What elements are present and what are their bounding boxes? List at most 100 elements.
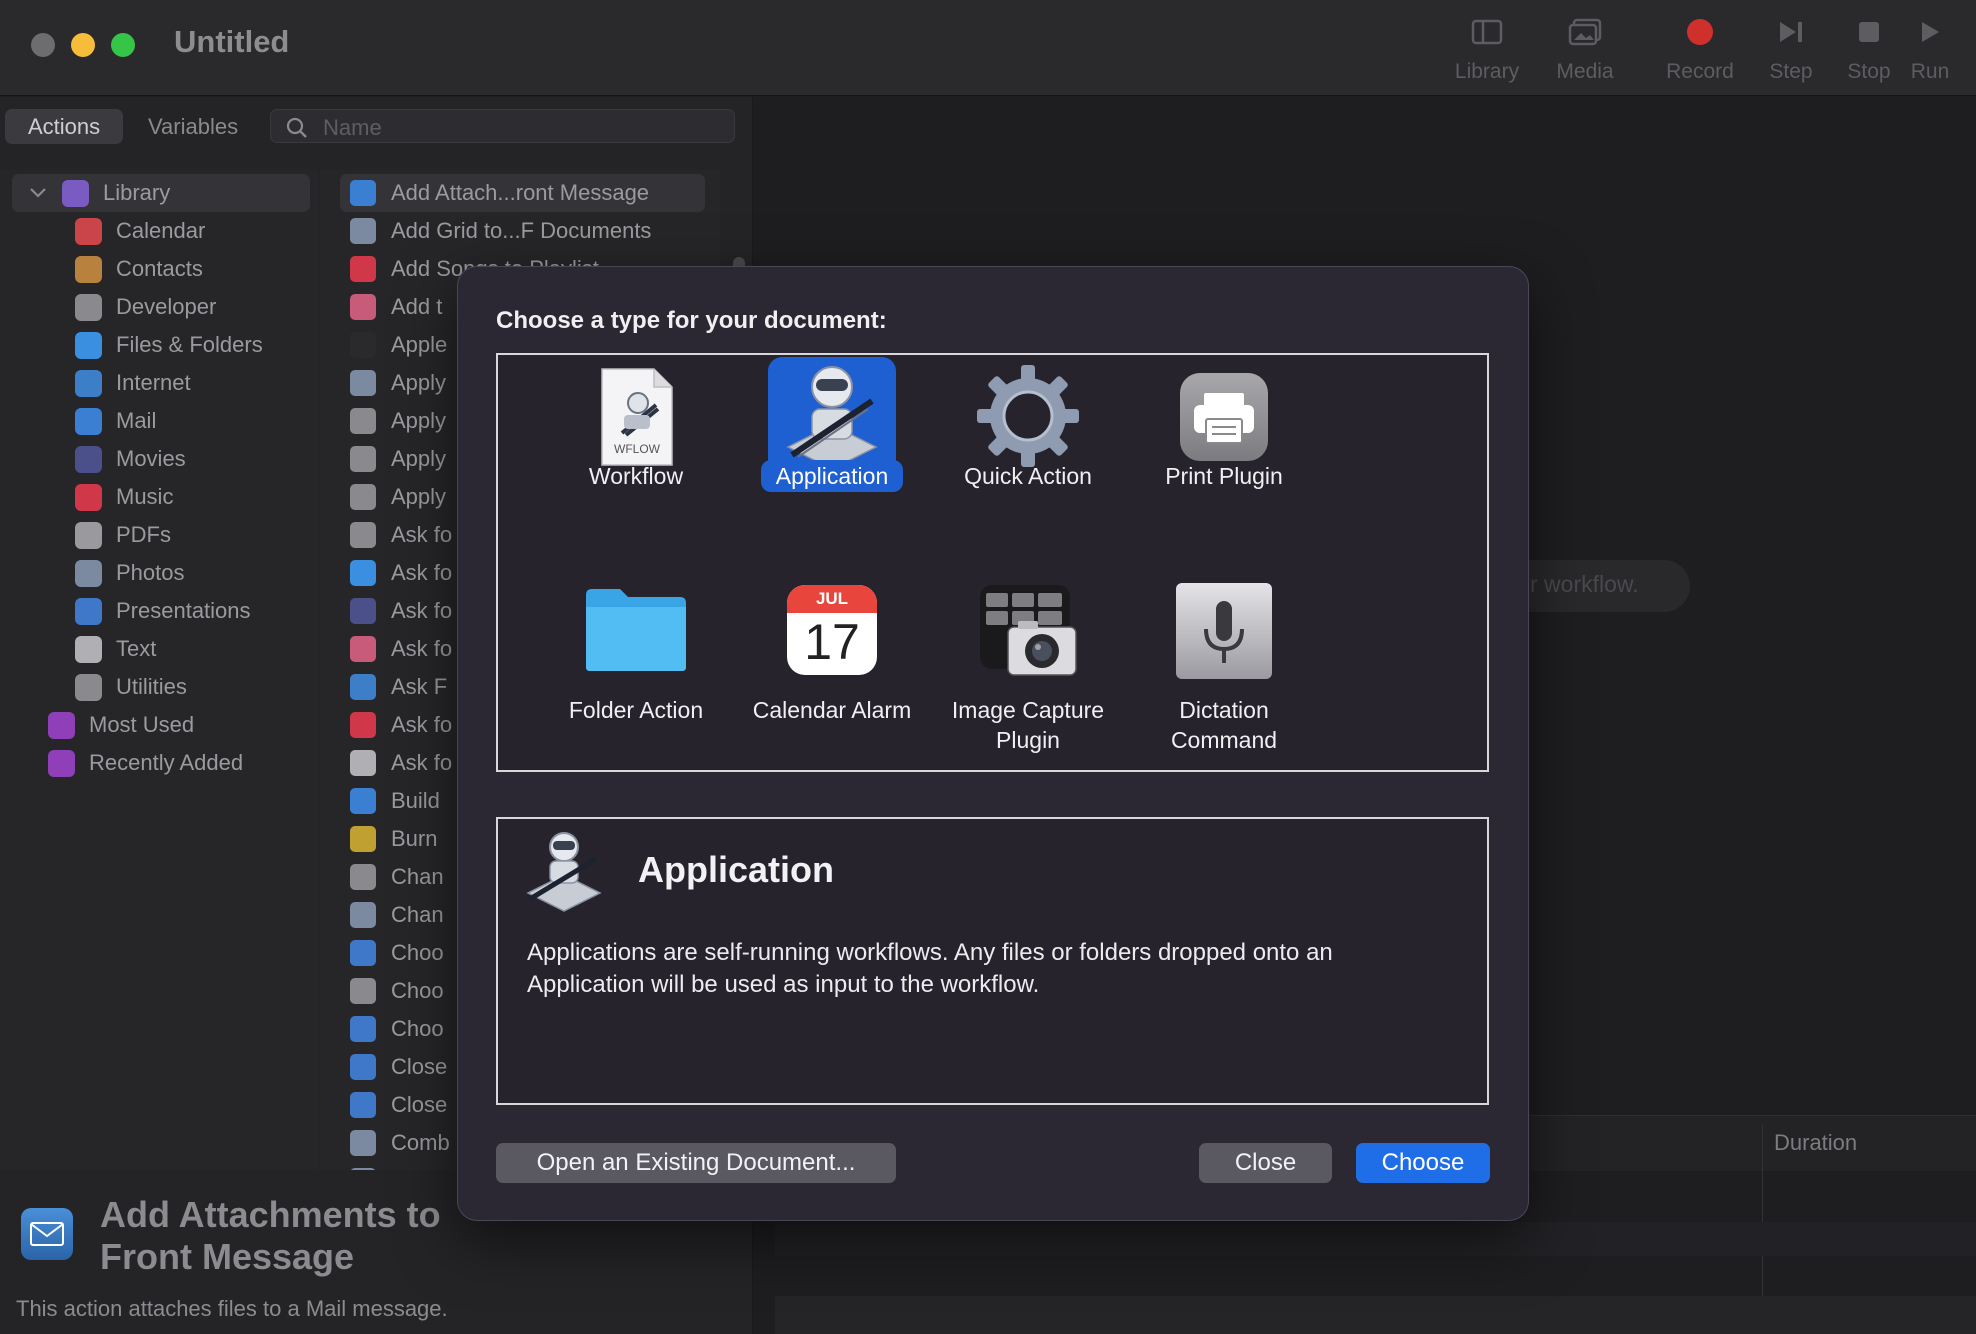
- action-list-item-label: Comb: [391, 1168, 450, 1170]
- action-list-item[interactable]: Apply: [340, 478, 446, 516]
- log-column-duration[interactable]: Duration: [1774, 1130, 1857, 1156]
- category-list: Library Calendar Contacts Developer Files & …: [0, 170, 318, 1170]
- sidebar-item-text[interactable]: Text: [75, 630, 156, 668]
- type-folder-action[interactable]: Folder Action: [536, 565, 736, 765]
- type-quick-action[interactable]: Quick Action: [928, 355, 1128, 555]
- keynote-icon: [350, 1092, 376, 1118]
- type-dictation-command-label: Dictation Command: [1124, 695, 1324, 755]
- sidebar-item-mail[interactable]: Mail: [75, 402, 156, 440]
- run-toolbar-button[interactable]: Run: [1895, 14, 1965, 90]
- sidebar-item-pdfs[interactable]: PDFs: [75, 516, 171, 554]
- action-list-item[interactable]: Apply: [340, 364, 446, 402]
- action-list-item[interactable]: Choo: [340, 934, 444, 972]
- action-list-item[interactable]: Ask fo: [340, 630, 452, 668]
- automator-robot-icon: [522, 827, 606, 917]
- sidebar-item-recently-added[interactable]: Recently Added: [48, 744, 243, 782]
- preview-icon: [350, 1130, 376, 1156]
- type-calendar-alarm[interactable]: JUL 17 Calendar Alarm: [732, 565, 932, 765]
- step-toolbar-button[interactable]: Step: [1746, 14, 1836, 90]
- type-workflow[interactable]: WFLOW Workflow: [536, 355, 736, 555]
- developer-tools-icon: [350, 408, 376, 434]
- action-list-item[interactable]: Apple: [340, 326, 447, 364]
- calendar-day: 17: [804, 614, 860, 670]
- mail-icon: [350, 180, 376, 206]
- sidebar-item-music[interactable]: Music: [75, 478, 173, 516]
- action-list-item-label: Add t: [391, 294, 443, 319]
- preview-icon: [350, 370, 376, 396]
- type-print-plugin[interactable]: Print Plugin: [1124, 355, 1324, 555]
- choose-button[interactable]: Choose: [1356, 1143, 1490, 1183]
- pdf-icon: [75, 521, 102, 549]
- action-list-item-label: Chan: [391, 864, 444, 889]
- sidebar-item-label: Library: [103, 180, 171, 205]
- music-icon: [350, 256, 376, 282]
- type-workflow-label: Workflow: [588, 463, 684, 489]
- sidebar-item-internet[interactable]: Internet: [75, 364, 191, 402]
- media-toolbar-button[interactable]: Media: [1540, 14, 1630, 90]
- mail-icon: [75, 407, 102, 435]
- tab-variables[interactable]: Variables: [125, 109, 261, 144]
- type-dictation-command-label-text: Dictation Command: [1170, 697, 1278, 753]
- action-list-item[interactable]: Close: [340, 1048, 447, 1086]
- sidebar-item-movies[interactable]: Movies: [75, 440, 186, 478]
- close-window-button[interactable]: [31, 33, 55, 57]
- type-image-capture-plugin[interactable]: Image Capture Plugin: [928, 565, 1128, 765]
- open-existing-document-button[interactable]: Open an Existing Document...: [496, 1143, 896, 1183]
- system-prefs-icon: [350, 864, 376, 890]
- sidebar-item-files-folders[interactable]: Files & Folders: [75, 326, 263, 364]
- sidebar-item-calendar[interactable]: Calendar: [75, 212, 205, 250]
- action-list-item[interactable]: Comb: [340, 1124, 450, 1162]
- photo-stack-icon: [1540, 14, 1630, 50]
- action-list-item[interactable]: Comb: [340, 1162, 450, 1170]
- chevron-down-icon[interactable]: [28, 186, 48, 200]
- action-list-item[interactable]: Ask fo: [340, 554, 452, 592]
- type-dictation-command[interactable]: Dictation Command: [1124, 565, 1324, 765]
- sidebar-item-most-used[interactable]: Most Used: [48, 706, 194, 744]
- action-list-item[interactable]: Choo: [340, 1010, 444, 1048]
- action-list-item[interactable]: Ask fo: [340, 516, 452, 554]
- action-list-item[interactable]: Apply: [340, 440, 446, 478]
- action-list-item[interactable]: Add Attach...ront Message: [340, 174, 705, 212]
- action-list-item[interactable]: Apply: [340, 402, 446, 440]
- search-placeholder: Name: [323, 115, 382, 140]
- type-print-plugin-label: Print Plugin: [1165, 463, 1283, 489]
- action-list-item[interactable]: Build: [340, 782, 440, 820]
- sidebar-item-library[interactable]: Library: [12, 174, 310, 212]
- action-list-item[interactable]: Chan: [340, 858, 444, 896]
- action-list-item-label: Burn: [391, 826, 438, 851]
- action-list-item[interactable]: Ask fo: [340, 744, 452, 782]
- library-books-icon: [62, 179, 89, 207]
- minimize-window-button[interactable]: [71, 33, 95, 57]
- action-list-item[interactable]: Add t: [340, 288, 442, 326]
- sidebar-item-presentations[interactable]: Presentations: [75, 592, 251, 630]
- action-list-item[interactable]: Ask fo: [340, 706, 452, 744]
- sidebar-item-contacts[interactable]: Contacts: [75, 250, 203, 288]
- record-toolbar-button[interactable]: Record: [1655, 14, 1745, 90]
- search-input[interactable]: Name: [270, 109, 735, 143]
- action-list-item-label: Close: [391, 1054, 448, 1079]
- zoom-window-button[interactable]: [111, 33, 135, 57]
- type-application[interactable]: Application: [732, 355, 932, 555]
- type-description-title: Application: [638, 849, 834, 890]
- action-list-item[interactable]: Close: [340, 1086, 447, 1124]
- action-list-item[interactable]: Ask F: [340, 668, 447, 706]
- action-list-item[interactable]: Add Grid to...F Documents: [340, 212, 651, 250]
- sidebar-item-photos[interactable]: Photos: [75, 554, 185, 592]
- sidebar-item-developer[interactable]: Developer: [75, 288, 216, 326]
- action-list-item-label: Add Attach...ront Message: [391, 180, 650, 205]
- search-icon: [286, 117, 307, 138]
- action-list-item-label: Ask fo: [391, 560, 453, 585]
- tab-actions[interactable]: Actions: [5, 109, 124, 144]
- text-edit-icon: [350, 750, 376, 776]
- action-list-item[interactable]: Burn: [340, 820, 437, 858]
- type-folder-action-label: Folder Action: [568, 697, 704, 723]
- sidebar-item-utilities[interactable]: Utilities: [75, 668, 187, 706]
- action-list-item[interactable]: Choo: [340, 972, 444, 1010]
- close-button[interactable]: Close: [1199, 1143, 1332, 1183]
- quicktime-icon: [75, 445, 102, 473]
- action-list-item[interactable]: Chan: [340, 896, 444, 934]
- developer-tools-icon: [75, 293, 102, 321]
- action-list-item[interactable]: Ask fo: [340, 592, 452, 630]
- action-list-item-label: Ask fo: [391, 750, 453, 775]
- library-toolbar-button[interactable]: Library: [1442, 14, 1532, 90]
